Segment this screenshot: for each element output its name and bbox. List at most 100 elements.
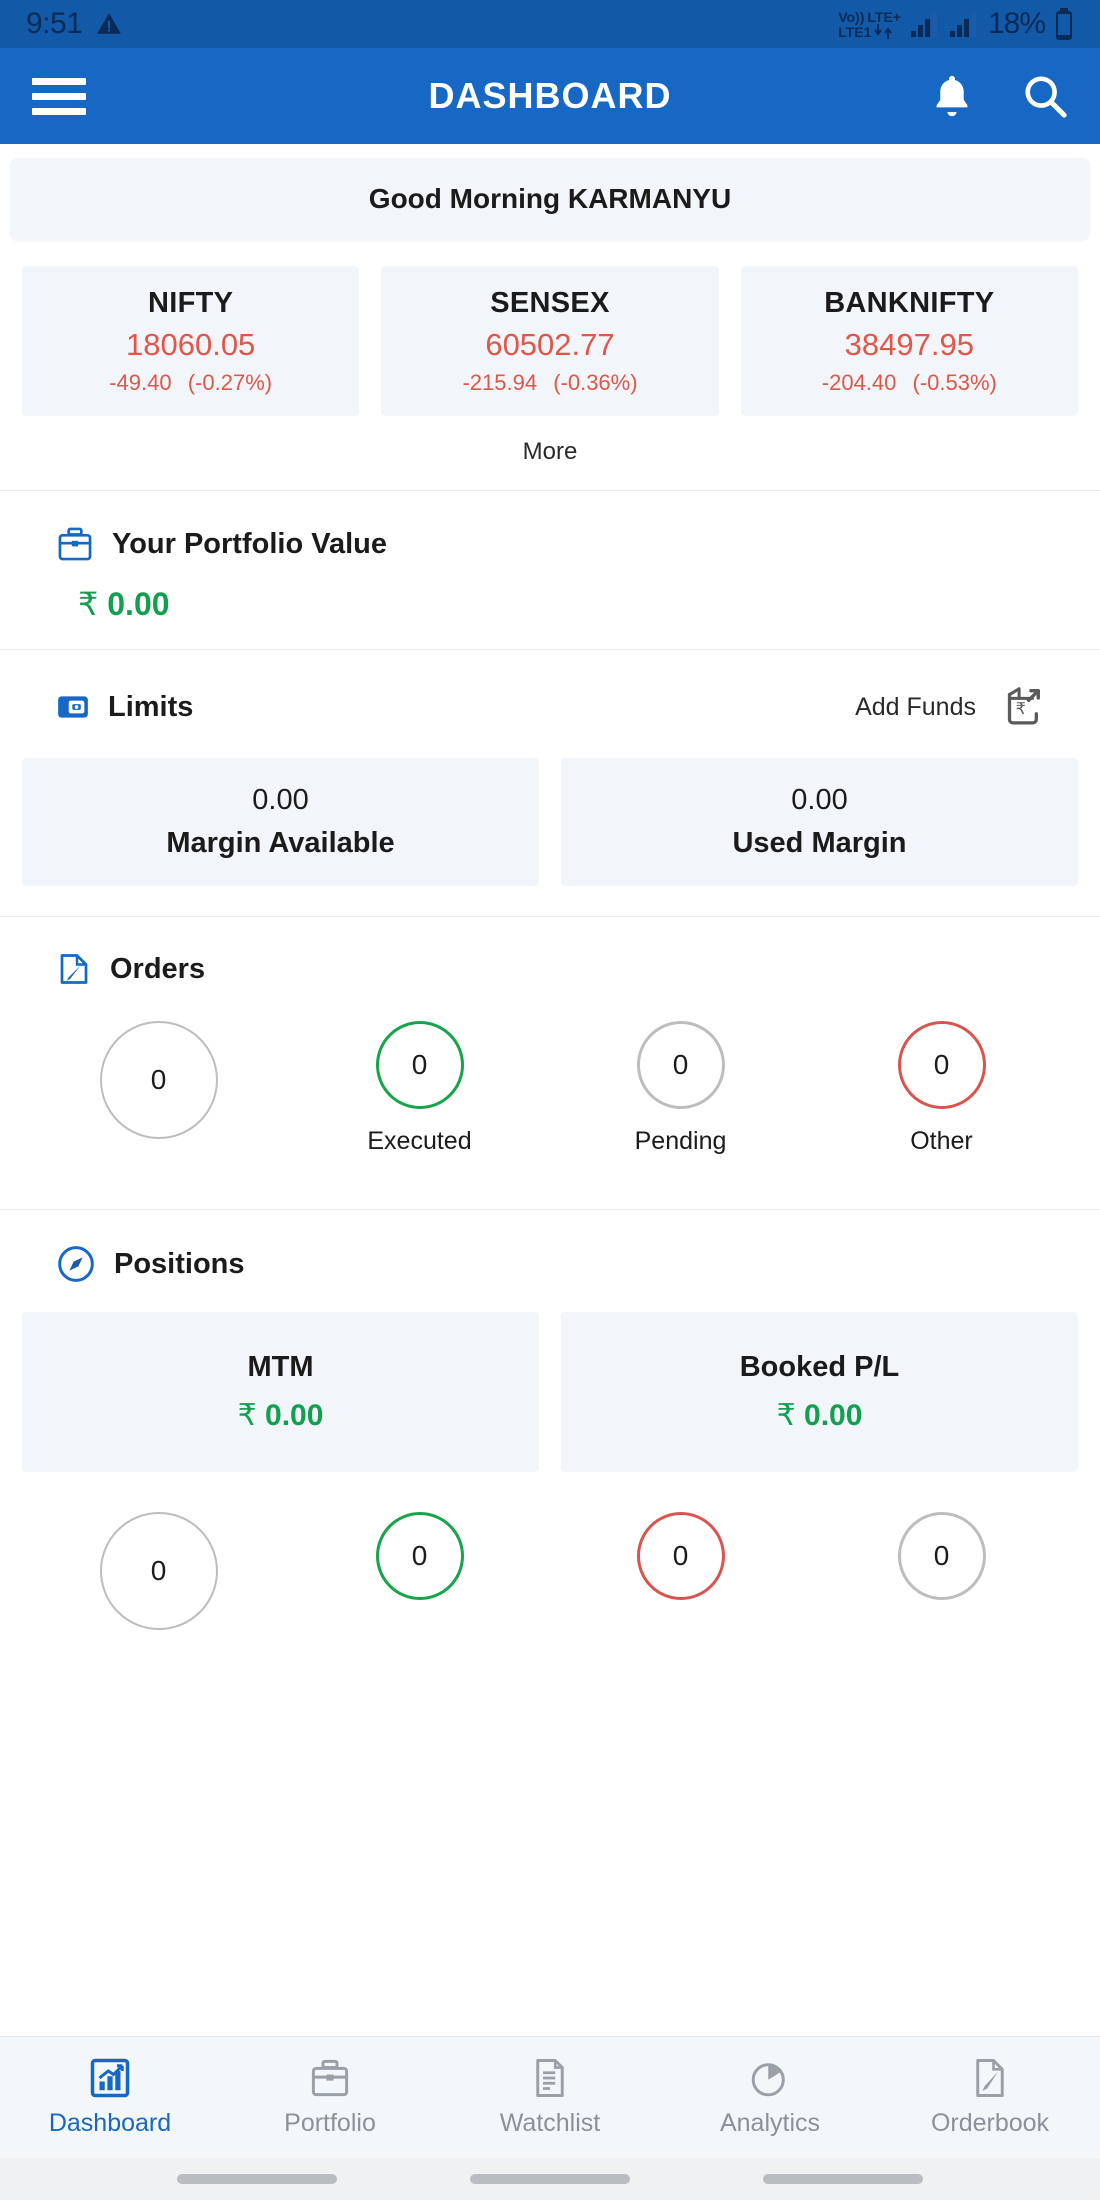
positions-section: Positions MTM ₹ 0.00 Booked P/L ₹ 0.00 0…	[0, 1210, 1100, 1630]
index-change-pct: (-0.53%)	[912, 369, 997, 395]
briefcase-icon	[56, 525, 94, 563]
margin-available-card[interactable]: 0.00 Margin Available	[22, 758, 539, 886]
order-count-total: 0	[99, 1021, 218, 1139]
limits-header: Limits Add Funds ₹	[0, 684, 1100, 730]
booked-pl-currency: ₹	[776, 1399, 796, 1432]
mtm-card[interactable]: MTM ₹ 0.00	[22, 1312, 539, 1472]
index-change-pct: (-0.27%)	[187, 369, 273, 395]
list-document-icon	[529, 2057, 571, 2099]
index-change-abs: -215.94	[462, 369, 538, 395]
position-stat-other[interactable]: 0	[811, 1512, 1072, 1630]
gesture-navigation-bar	[0, 2158, 1100, 2200]
order-stat-executed[interactable]: 0 Executed	[289, 1021, 550, 1187]
gesture-bar-center[interactable]	[469, 2174, 630, 2184]
data-transfer-arrows-icon	[874, 23, 894, 39]
portfolio-title: Your Portfolio Value	[112, 527, 387, 560]
orders-header: Orders	[0, 951, 1100, 987]
app-screen: 9:51 Vo)) LTE+ LTE1 18% DASHBOARD Good M…	[0, 0, 1100, 2200]
order-label-executed: Executed	[367, 1127, 472, 1155]
position-stat-profit[interactable]: 0	[289, 1512, 550, 1630]
search-icon[interactable]	[1022, 73, 1068, 119]
mtm-value: ₹ 0.00	[238, 1398, 324, 1433]
hamburger-menu-icon[interactable]	[32, 77, 86, 115]
order-count-executed: 0	[375, 1021, 464, 1109]
position-count-total: 0	[99, 1512, 218, 1630]
used-margin-value: 0.00	[791, 784, 848, 816]
battery-icon	[1054, 8, 1074, 40]
greeting-card: Good Morning KARMANYU	[10, 158, 1090, 240]
portfolio-section: Your Portfolio Value ₹ 0.00	[0, 491, 1100, 649]
index-change: -215.94 (-0.36%)	[462, 370, 637, 396]
used-margin-label: Used Margin	[732, 827, 907, 859]
nav-label-orderbook: Orderbook	[930, 2109, 1050, 2137]
nav-label-watchlist: Watchlist	[499, 2109, 601, 2137]
add-funds-label[interactable]: Add Funds	[855, 693, 976, 722]
portfolio-header: Your Portfolio Value	[0, 525, 1100, 563]
limits-header-actions: Add Funds ₹	[855, 684, 1044, 730]
index-card-sensex[interactable]: SENSEX 60502.77 -215.94 (-0.36%)	[381, 266, 719, 416]
portfolio-currency: ₹	[78, 586, 99, 622]
lte-plus-label: LTE+	[867, 8, 901, 25]
limits-section: Limits Add Funds ₹ 0.00 Margin Available…	[0, 650, 1100, 916]
bell-icon[interactable]	[930, 72, 974, 120]
nav-item-orderbook[interactable]: Orderbook	[880, 2057, 1100, 2138]
index-name: SENSEX	[490, 286, 610, 319]
limits-cards: 0.00 Margin Available 0.00 Used Margin	[0, 730, 1100, 886]
mtm-currency: ₹	[237, 1399, 257, 1432]
orders-title: Orders	[110, 952, 206, 985]
nav-item-analytics[interactable]: Analytics	[660, 2057, 880, 2138]
card-icon	[56, 690, 90, 724]
booked-pl-value: ₹ 0.00	[777, 1398, 863, 1433]
indices-row: NIFTY 18060.05 -49.40 (-0.27%) SENSEX 60…	[0, 240, 1100, 416]
position-stat-loss[interactable]: 0	[550, 1512, 811, 1630]
bottom-navigation: Dashboard Portfolio Watchlist Analytics …	[0, 2036, 1100, 2158]
status-bar: 9:51 Vo)) LTE+ LTE1 18%	[0, 0, 1100, 48]
index-change-pct: (-0.36%)	[553, 369, 638, 395]
svg-text:₹: ₹	[1016, 699, 1026, 718]
margin-available-value: 0.00	[252, 784, 309, 816]
order-count-pending: 0	[636, 1021, 725, 1109]
nav-label-portfolio: Portfolio	[284, 2109, 376, 2137]
greeting-section: Good Morning KARMANYU	[0, 144, 1100, 240]
status-bar-left: 9:51	[26, 7, 122, 41]
nav-item-dashboard[interactable]: Dashboard	[0, 2057, 220, 2138]
gesture-bar-left[interactable]	[176, 2174, 337, 2184]
index-change-abs: -49.40	[109, 369, 172, 395]
briefcase-icon	[309, 2057, 351, 2099]
index-card-banknifty[interactable]: BANKNIFTY 38497.95 -204.40 (-0.53%)	[740, 266, 1078, 416]
status-time: 9:51	[26, 7, 83, 40]
lte1-label: LTE1	[838, 23, 872, 40]
order-stat-total[interactable]: 0	[28, 1021, 289, 1187]
chart-growth-icon	[89, 2057, 131, 2099]
nav-item-portfolio[interactable]: Portfolio	[220, 2057, 440, 2138]
index-change: -49.40 (-0.27%)	[109, 370, 272, 396]
signal-bars-2-icon	[949, 11, 979, 37]
position-count-profit: 0	[375, 1512, 464, 1600]
wallet-rupee-export-icon[interactable]: ₹	[998, 684, 1044, 730]
order-stat-pending[interactable]: 0 Pending	[550, 1021, 811, 1187]
gesture-bar-right[interactable]	[763, 2174, 924, 2184]
index-name: BANKNIFTY	[824, 286, 995, 319]
index-card-nifty[interactable]: NIFTY 18060.05 -49.40 (-0.27%)	[22, 266, 360, 416]
position-stat-total[interactable]: 0	[28, 1512, 289, 1630]
orders-section: Orders 0 0 Executed 0 Pending 0 Other	[0, 917, 1100, 1209]
nav-label-analytics: Analytics	[719, 2109, 821, 2137]
network-indicator: Vo)) LTE+ LTE1	[838, 10, 901, 39]
nav-item-watchlist[interactable]: Watchlist	[440, 2057, 660, 2138]
index-change: -204.40 (-0.53%)	[822, 370, 997, 396]
compass-icon	[56, 1244, 96, 1284]
positions-cards: MTM ₹ 0.00 Booked P/L ₹ 0.00	[0, 1284, 1100, 1472]
app-bar-actions	[930, 72, 1068, 120]
index-value: 38497.95	[844, 326, 974, 362]
battery-percent: 18%	[987, 7, 1046, 40]
mtm-amount: 0.00	[265, 1399, 324, 1432]
order-stat-other[interactable]: 0 Other	[811, 1021, 1072, 1187]
index-value: 18060.05	[126, 326, 256, 362]
position-count-other: 0	[897, 1512, 986, 1600]
booked-pl-card[interactable]: Booked P/L ₹ 0.00	[561, 1312, 1078, 1472]
more-link[interactable]: More	[523, 438, 578, 465]
order-label-pending: Pending	[634, 1127, 727, 1155]
more-indices-row: More	[0, 416, 1100, 490]
used-margin-card[interactable]: 0.00 Used Margin	[561, 758, 1078, 886]
positions-header: Positions	[0, 1244, 1100, 1284]
